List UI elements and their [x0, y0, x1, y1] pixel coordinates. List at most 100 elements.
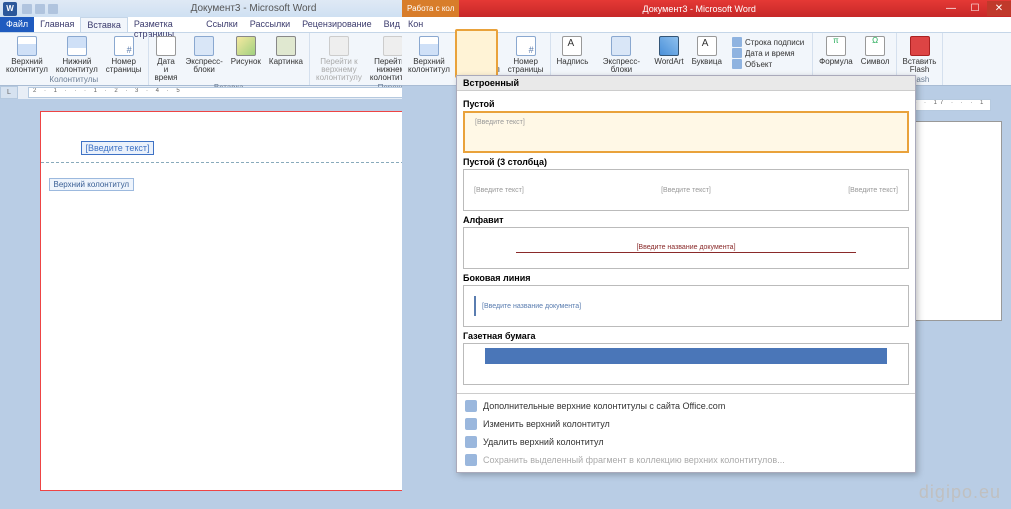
- header-placeholder[interactable]: [Введите текст]: [81, 141, 155, 155]
- wordart-icon: [659, 36, 679, 56]
- gallery-item-sideline[interactable]: [Введите название документа]: [463, 285, 909, 327]
- remove-icon: [465, 436, 477, 448]
- left-ribbon-tabs: Файл Главная Вставка Разметка страницы С…: [0, 17, 449, 33]
- quick-access-toolbar[interactable]: [22, 4, 58, 14]
- dropcap-button[interactable]: Буквица: [690, 35, 724, 75]
- text-small-buttons: Строка подписи Дата и время Объект: [728, 35, 808, 75]
- gallery-footer: Дополнительные верхние колонтитулы с сай…: [457, 393, 915, 472]
- page-number-button[interactable]: Номерстраницы: [104, 35, 144, 75]
- textbox-button[interactable]: Надпись: [555, 35, 591, 75]
- tab-review[interactable]: Рецензирование: [296, 17, 378, 32]
- header-zone[interactable]: [Введите текст]: [41, 112, 409, 163]
- header-button-highlight: [455, 29, 498, 78]
- left-title-text: Документ3 - Microsoft Word: [58, 3, 449, 14]
- minimize-button[interactable]: —: [939, 1, 963, 16]
- group-insert: Дата ивремя Экспресс-блоки Рисунок Карти…: [149, 33, 310, 85]
- gallery-item-alphabet[interactable]: [Введите название документа]: [463, 227, 909, 269]
- more-from-office[interactable]: Дополнительные верхние колонтитулы с сай…: [457, 397, 915, 415]
- flash-button[interactable]: ВставитьFlash: [901, 35, 939, 75]
- goto-footer-icon: [383, 36, 403, 56]
- date-icon: [732, 48, 742, 58]
- symbol-button[interactable]: ΩСимвол: [859, 35, 892, 75]
- preview-placeholder: [Введите текст]: [475, 119, 525, 126]
- group-headers-footers: Верхнийколонтитул Нижнийколонтитул Номер…: [0, 33, 149, 85]
- window-buttons: — ☐ ✕: [939, 1, 1011, 16]
- page-number-icon: [516, 36, 536, 56]
- clipart-button[interactable]: Картинка: [267, 35, 305, 83]
- left-word-window: W Документ3 - Microsoft Word Файл Главна…: [0, 0, 449, 509]
- page-number-icon: [114, 36, 134, 56]
- edit-header[interactable]: Изменить верхний колонтитул: [457, 415, 915, 433]
- tab-home[interactable]: Главная: [34, 17, 80, 32]
- horizontal-ruler[interactable]: 2 · 1 · · · 1 · 2 · 3 · 4 · 5: [28, 87, 439, 98]
- quick-parts-button[interactable]: Экспресс-блоки: [184, 35, 225, 83]
- header-icon: [17, 36, 37, 56]
- tab-mail[interactable]: Рассылки: [244, 17, 296, 32]
- goto-header-icon: [329, 36, 349, 56]
- equation-button[interactable]: πФормула: [817, 35, 855, 75]
- gallery-section-header: Встроенный: [457, 76, 915, 91]
- object-icon: [732, 59, 742, 69]
- document-page[interactable]: [Введите текст] Верхний колонтитул: [40, 111, 410, 491]
- tab-layout[interactable]: Разметка страницы: [128, 17, 200, 32]
- left-titlebar: W Документ3 - Microsoft Word: [0, 0, 449, 17]
- date-time-button[interactable]: Дата ивремя: [153, 35, 180, 83]
- header-gallery-dropdown: Встроенный Пустой [Введите текст] Пустой…: [456, 75, 916, 473]
- picture-button[interactable]: Рисунок: [229, 35, 263, 83]
- signature-line[interactable]: Строка подписи: [732, 37, 804, 47]
- left-ruler-row: L 2 · 1 · · · 1 · 2 · 3 · 4 · 5: [0, 86, 449, 99]
- maximize-button[interactable]: ☐: [963, 1, 987, 16]
- save-selection: Сохранить выделенный фрагмент в коллекци…: [457, 451, 915, 469]
- word-icon: W: [3, 2, 17, 16]
- preview-placeholder: [Введите название документа]: [482, 303, 581, 310]
- contextual-tab-label: Работа с кол: [402, 0, 459, 17]
- left-document-area[interactable]: [Введите текст] Верхний колонтитул: [0, 99, 449, 509]
- gallery-scroll[interactable]: Пустой [Введите текст] Пустой (3 столбца…: [457, 91, 915, 393]
- textbox-icon: [562, 36, 582, 56]
- gallery-item-title: Пустой (3 столбца): [463, 157, 909, 167]
- dropcap-icon: [697, 36, 717, 56]
- blocks-icon: [611, 36, 631, 56]
- header-button[interactable]: Верхнийколонтитул: [4, 35, 50, 75]
- tab-file[interactable]: Файл: [0, 17, 34, 32]
- remove-header[interactable]: Удалить верхний колонтитул: [457, 433, 915, 451]
- date-icon: [156, 36, 176, 56]
- preview-blue-bar: [485, 348, 886, 364]
- right-title-text: Документ3 - Microsoft Word: [459, 4, 939, 14]
- quick-parts-button-r[interactable]: Экспресс-блоки: [594, 35, 648, 75]
- clipart-icon: [276, 36, 296, 56]
- blocks-icon: [194, 36, 214, 56]
- side-bar-icon: [474, 296, 476, 316]
- right-titlebar: Работа с кол Документ3 - Microsoft Word …: [402, 0, 1011, 17]
- object-button[interactable]: Объект: [732, 59, 804, 69]
- goto-header-button: Перейти к верхнемуколонтитулу: [314, 35, 364, 83]
- edit-icon: [465, 418, 477, 430]
- tab-refs[interactable]: Ссылки: [200, 17, 244, 32]
- ruler-corner[interactable]: L: [0, 86, 18, 99]
- equation-icon: π: [826, 36, 846, 56]
- footer-button[interactable]: Нижнийколонтитул: [54, 35, 100, 75]
- flash-icon: [910, 36, 930, 56]
- gallery-item-three-columns[interactable]: [Введите текст] [Введите текст] [Введите…: [463, 169, 909, 211]
- gallery-item-title: Алфавит: [463, 215, 909, 225]
- office-icon: [465, 400, 477, 412]
- symbol-icon: Ω: [865, 36, 885, 56]
- gallery-item-title: Газетная бумага: [463, 331, 909, 341]
- footer-icon: [67, 36, 87, 56]
- save-icon: [465, 454, 477, 466]
- watermark: digipo.eu: [919, 482, 1001, 503]
- header-tab-label: Верхний колонтитул: [49, 178, 135, 191]
- gallery-item-title: Пустой: [463, 99, 909, 109]
- page-number-button-r[interactable]: Номерстраницы: [506, 35, 546, 75]
- date-time-r[interactable]: Дата и время: [732, 48, 804, 58]
- close-button[interactable]: ✕: [987, 1, 1011, 16]
- picture-icon: [236, 36, 256, 56]
- tab-design[interactable]: Кон: [402, 17, 429, 32]
- gallery-item-blank[interactable]: [Введите текст]: [463, 111, 909, 153]
- gallery-item-title: Боковая линия: [463, 273, 909, 283]
- header-icon: [419, 36, 439, 56]
- header-button-r[interactable]: Верхнийколонтитул: [406, 35, 452, 75]
- tab-insert[interactable]: Вставка: [80, 17, 127, 32]
- gallery-item-newsprint[interactable]: [463, 343, 909, 385]
- wordart-button[interactable]: WordArt: [652, 35, 685, 75]
